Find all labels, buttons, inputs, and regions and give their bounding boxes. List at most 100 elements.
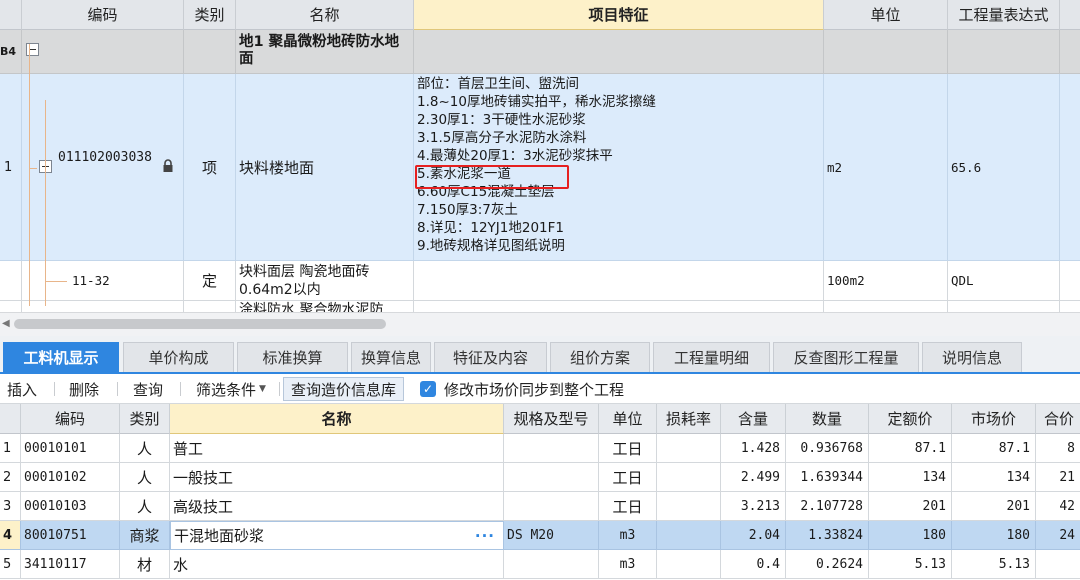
tab-standard-conversion[interactable]: 标准换算 (237, 342, 348, 372)
row-name[interactable]: 一般技工 (170, 463, 504, 492)
row-spec[interactable] (504, 550, 599, 579)
resource-grid: 编码 类别 名称 规格及型号 单位 损耗率 含量 数量 定额价 市场价 合价 1… (0, 404, 1080, 580)
row-market-price[interactable]: 87.1 (952, 434, 1036, 463)
sync-market-price-checkbox[interactable]: ✓ (420, 381, 436, 397)
item-row-index: 1 (0, 74, 22, 261)
tab-labor-material-machine[interactable]: 工料机显示 (3, 342, 119, 372)
header-index (0, 0, 22, 30)
row-content[interactable]: 2.04 (721, 521, 786, 550)
group-row-qty-cell (948, 30, 1060, 74)
row-content[interactable]: 3.213 (721, 492, 786, 521)
row-loss[interactable] (657, 463, 721, 492)
partial-row-name: 涂料防水 聚合物水泥防 (236, 301, 414, 312)
bheader-total[interactable]: 合价 (1036, 404, 1080, 434)
tab-conversion-info[interactable]: 换算信息 (351, 342, 431, 372)
more-options-icon[interactable]: ··· (475, 527, 495, 545)
row-index: 1 (0, 434, 21, 463)
bheader-loss[interactable]: 损耗率 (657, 404, 721, 434)
header-code[interactable]: 编码 (22, 0, 184, 30)
tab-quantity-details[interactable]: 工程量明细 (653, 342, 770, 372)
row-loss[interactable] (657, 550, 721, 579)
tab-unit-price[interactable]: 单价构成 (123, 342, 234, 372)
row-unit: 工日 (599, 434, 657, 463)
row-quota-price: 87.1 (869, 434, 952, 463)
partial-row-code (22, 301, 184, 312)
group-row[interactable]: B4 地1 聚晶微粉地砖防水地面 (0, 30, 1080, 74)
row-spec[interactable] (504, 463, 599, 492)
row-loss[interactable] (657, 434, 721, 463)
tree-line (29, 44, 30, 306)
tab-features-content[interactable]: 特征及内容 (434, 342, 547, 372)
row-market-price[interactable]: 5.13 (952, 550, 1036, 579)
table-row[interactable]: 3 00010103 人 高级技工 工日 3.213 2.107728 201 … (0, 492, 1080, 521)
toolbar-divider (279, 382, 280, 396)
row-content[interactable]: 0.4 (721, 550, 786, 579)
delete-button[interactable]: 删除 (69, 374, 99, 404)
tab-pricing-scheme[interactable]: 组价方案 (550, 342, 650, 372)
group-row-type-cell (184, 30, 236, 74)
row-name[interactable]: 高级技工 (170, 492, 504, 521)
row-content[interactable]: 1.428 (721, 434, 786, 463)
row-name-editor[interactable]: 干混地面砂浆 ··· (170, 521, 504, 550)
feature-line: 9.地砖规格详见图纸说明 (417, 238, 565, 254)
filter-dropdown[interactable]: 筛选条件 ▼ (196, 374, 266, 404)
row-market-price[interactable]: 201 (952, 492, 1036, 521)
bheader-market-price[interactable]: 市场价 (952, 404, 1036, 434)
header-qty-expr[interactable]: 工程量表达式 (948, 0, 1060, 30)
item-unit: m2 (824, 74, 948, 261)
header-name[interactable]: 名称 (236, 0, 414, 30)
bheader-type[interactable]: 类别 (120, 404, 170, 434)
scroll-left-arrow-icon[interactable]: ◀ (2, 318, 10, 329)
collapse-toggle-icon[interactable] (26, 43, 39, 56)
feature-line: 3.1.5厚高分子水泥防水涂料 (417, 130, 587, 146)
partial-row[interactable]: 涂料防水 聚合物水泥防 (0, 301, 1080, 312)
tab-graphic-quantity[interactable]: 反查图形工程量 (773, 342, 919, 372)
header-features[interactable]: 项目特征 (414, 0, 824, 30)
bheader-name[interactable]: 名称 (170, 404, 504, 434)
item-row-code-cell[interactable]: 011102003038 (22, 74, 184, 261)
partial-row-features (414, 301, 824, 312)
horizontal-scrollbar[interactable]: ◀ (0, 312, 1080, 336)
price-database-button[interactable]: 查询造价信息库 (283, 377, 405, 401)
row-market-price[interactable]: 180 (952, 521, 1036, 550)
table-row-selected[interactable]: 4 80010751 商浆 干混地面砂浆 ··· DS M20 m3 2.04 … (0, 521, 1080, 550)
row-quota-price: 201 (869, 492, 952, 521)
quota-type: 定 (184, 261, 236, 301)
table-row[interactable]: 2 00010102 人 一般技工 工日 2.499 1.639344 134 … (0, 463, 1080, 492)
row-quantity: 0.2624 (786, 550, 869, 579)
table-row[interactable]: 5 34110117 材 水 m3 0.4 0.2624 5.13 5.13 (0, 550, 1080, 579)
scrollbar-thumb[interactable] (14, 319, 386, 329)
query-button[interactable]: 查询 (133, 374, 163, 404)
row-spec[interactable]: DS M20 (504, 521, 599, 550)
bheader-quantity[interactable]: 数量 (786, 404, 869, 434)
bill-items-grid: 编码 类别 名称 项目特征 单位 工程量表达式 B4 地1 聚晶微粉地砖防水地面… (0, 0, 1080, 312)
quota-unit: 100m2 (824, 261, 948, 301)
table-row[interactable]: 1 00010101 人 普工 工日 1.428 0.936768 87.1 8… (0, 434, 1080, 463)
insert-button[interactable]: 插入 (7, 374, 37, 404)
row-name[interactable]: 水 (170, 550, 504, 579)
bheader-unit[interactable]: 单位 (599, 404, 657, 434)
tab-description[interactable]: 说明信息 (922, 342, 1022, 372)
row-loss[interactable] (657, 492, 721, 521)
row-market-price[interactable]: 134 (952, 463, 1036, 492)
detail-tabs: 工料机显示 单价构成 标准换算 换算信息 特征及内容 组价方案 工程量明细 反查… (0, 336, 1080, 374)
feature-line: 8.详见：12YJ1地201F1 (417, 220, 564, 236)
row-content[interactable]: 2.499 (721, 463, 786, 492)
row-spec[interactable] (504, 434, 599, 463)
quota-row[interactable]: 11-32 定 块料面层 陶瓷地面砖 0.64m2以内 100m2 QDL (0, 261, 1080, 301)
row-index: 3 (0, 492, 21, 521)
row-spec[interactable] (504, 492, 599, 521)
row-quota-price: 134 (869, 463, 952, 492)
item-type: 项 (184, 74, 236, 261)
toolbar-divider (54, 382, 55, 396)
bheader-code[interactable]: 编码 (21, 404, 120, 434)
bheader-spec[interactable]: 规格及型号 (504, 404, 599, 434)
row-unit: m3 (599, 521, 657, 550)
bheader-content[interactable]: 含量 (721, 404, 786, 434)
bheader-quota-price[interactable]: 定额价 (869, 404, 952, 434)
header-type[interactable]: 类别 (184, 0, 236, 30)
row-index: 4 (0, 521, 21, 550)
row-name[interactable]: 普工 (170, 434, 504, 463)
header-unit[interactable]: 单位 (824, 0, 948, 30)
row-loss[interactable] (657, 521, 721, 550)
